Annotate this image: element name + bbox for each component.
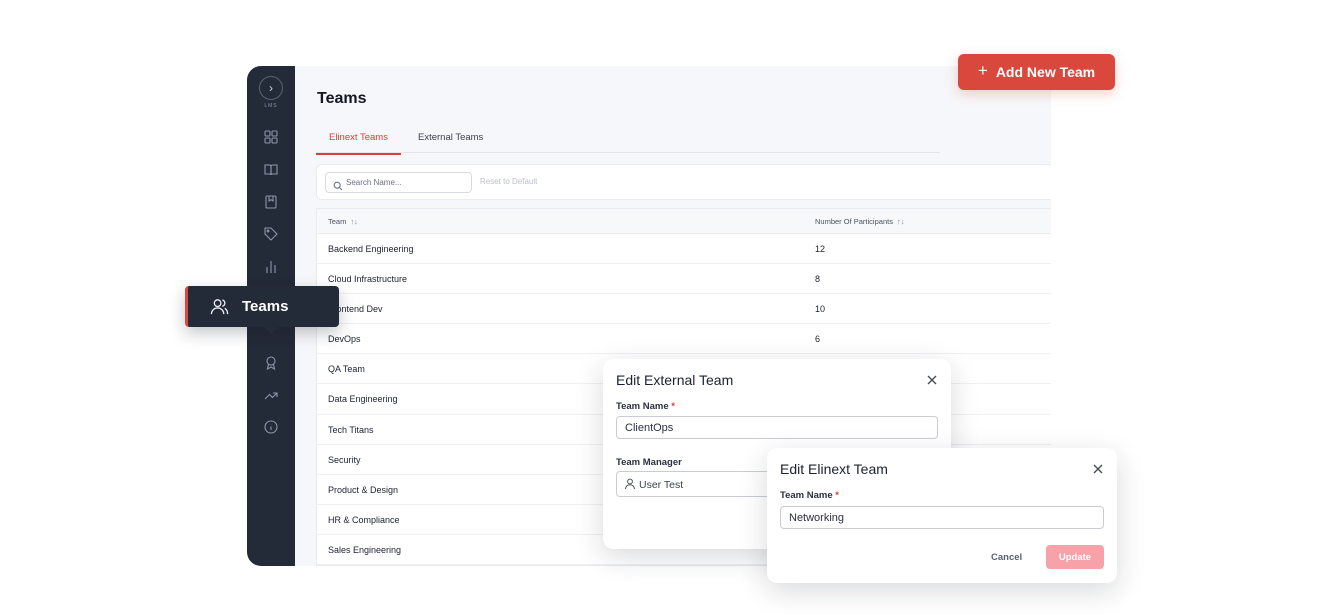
filter-toolbar: Reset to Default	[316, 164, 1051, 200]
team-name-cell: Backend Engineering	[328, 244, 414, 254]
user-icon	[624, 478, 636, 490]
edit-elinext-team-modal: Edit Elinext Team Team Name * Networking…	[767, 448, 1117, 583]
dashboard-icon[interactable]	[264, 130, 278, 144]
team-name-cell: Security	[328, 454, 361, 465]
teams-nav-tooltip[interactable]: Teams	[185, 286, 339, 335]
participants-cell: 12	[815, 244, 826, 254]
team-name-label: Team Name *	[616, 401, 675, 412]
add-new-team-label: Add New Team	[995, 64, 1096, 80]
bookmark-icon[interactable]	[264, 195, 278, 209]
column-header-participants[interactable]: Number Of Participants ↑↓	[815, 217, 904, 226]
users-icon	[210, 297, 229, 316]
add-new-team-button[interactable]: + Add New Team	[958, 54, 1115, 90]
sort-icon[interactable]: ↑↓	[350, 217, 358, 226]
sidebar-toggle-button[interactable]: ›	[259, 76, 283, 100]
team-name-cell: Sales Engineering	[328, 544, 402, 555]
team-name-cell: Cloud Infrastructure	[328, 274, 408, 285]
tab-external-teams[interactable]: External Teams	[418, 132, 483, 153]
table-row[interactable]: DevOps 6	[317, 324, 1051, 355]
team-name-label: Team Name *	[780, 490, 839, 501]
info-icon[interactable]	[264, 420, 278, 434]
reset-to-default-button[interactable]: Reset to Default	[480, 177, 537, 186]
trending-icon[interactable]	[264, 388, 278, 402]
table-row[interactable]: Backend Engineering 12	[317, 234, 1051, 265]
team-name-input[interactable]: ClientOps	[616, 416, 938, 439]
team-name-cell: Data Engineering	[328, 394, 398, 405]
update-button[interactable]: Update	[1046, 545, 1104, 569]
bar-chart-icon[interactable]	[264, 260, 278, 274]
search-icon	[333, 178, 343, 191]
plus-icon: +	[977, 61, 988, 80]
participants-cell: 6	[815, 334, 821, 345]
column-header-team[interactable]: Team ↑↓	[328, 217, 358, 226]
cancel-button[interactable]: Cancel	[991, 552, 1022, 563]
team-name-cell: Tech Titans	[328, 424, 374, 435]
participants-cell: 10	[815, 304, 826, 315]
table-header: Team ↑↓ Number Of Participants ↑↓	[317, 209, 1051, 234]
award-icon[interactable]	[264, 356, 278, 370]
team-name-cell: QA Team	[328, 364, 365, 375]
tooltip-tail	[264, 327, 278, 335]
tab-bar: Elinext Teams External Teams	[316, 126, 940, 155]
modal-title: Edit External Team	[616, 372, 734, 388]
team-name-cell: DevOps	[328, 334, 361, 345]
modal-title: Edit Elinext Team	[780, 461, 888, 477]
search-box[interactable]	[325, 172, 472, 193]
teams-nav-label: Teams	[242, 298, 289, 315]
team-name-cell: HR & Compliance	[328, 514, 400, 525]
brand-label: LMS	[264, 103, 278, 109]
team-name-cell: Product & Design	[328, 484, 399, 495]
page-title: Teams	[317, 90, 367, 107]
sort-icon[interactable]: ↑↓	[897, 217, 905, 226]
tag-icon[interactable]	[264, 227, 278, 241]
search-input[interactable]	[346, 173, 466, 192]
participants-cell: 8	[815, 274, 821, 285]
table-row[interactable]: Cloud Infrastructure 8	[317, 264, 1051, 295]
team-manager-label: Team Manager	[616, 457, 682, 468]
team-manager-value: User Test	[639, 479, 684, 491]
table-row[interactable]: Frontend Dev 10	[317, 294, 1051, 325]
close-icon[interactable]	[1092, 462, 1104, 474]
team-name-input[interactable]: Networking	[780, 506, 1104, 529]
tab-elinext-teams[interactable]: Elinext Teams	[316, 132, 401, 155]
close-icon[interactable]	[926, 373, 938, 385]
book-icon[interactable]	[264, 163, 278, 177]
